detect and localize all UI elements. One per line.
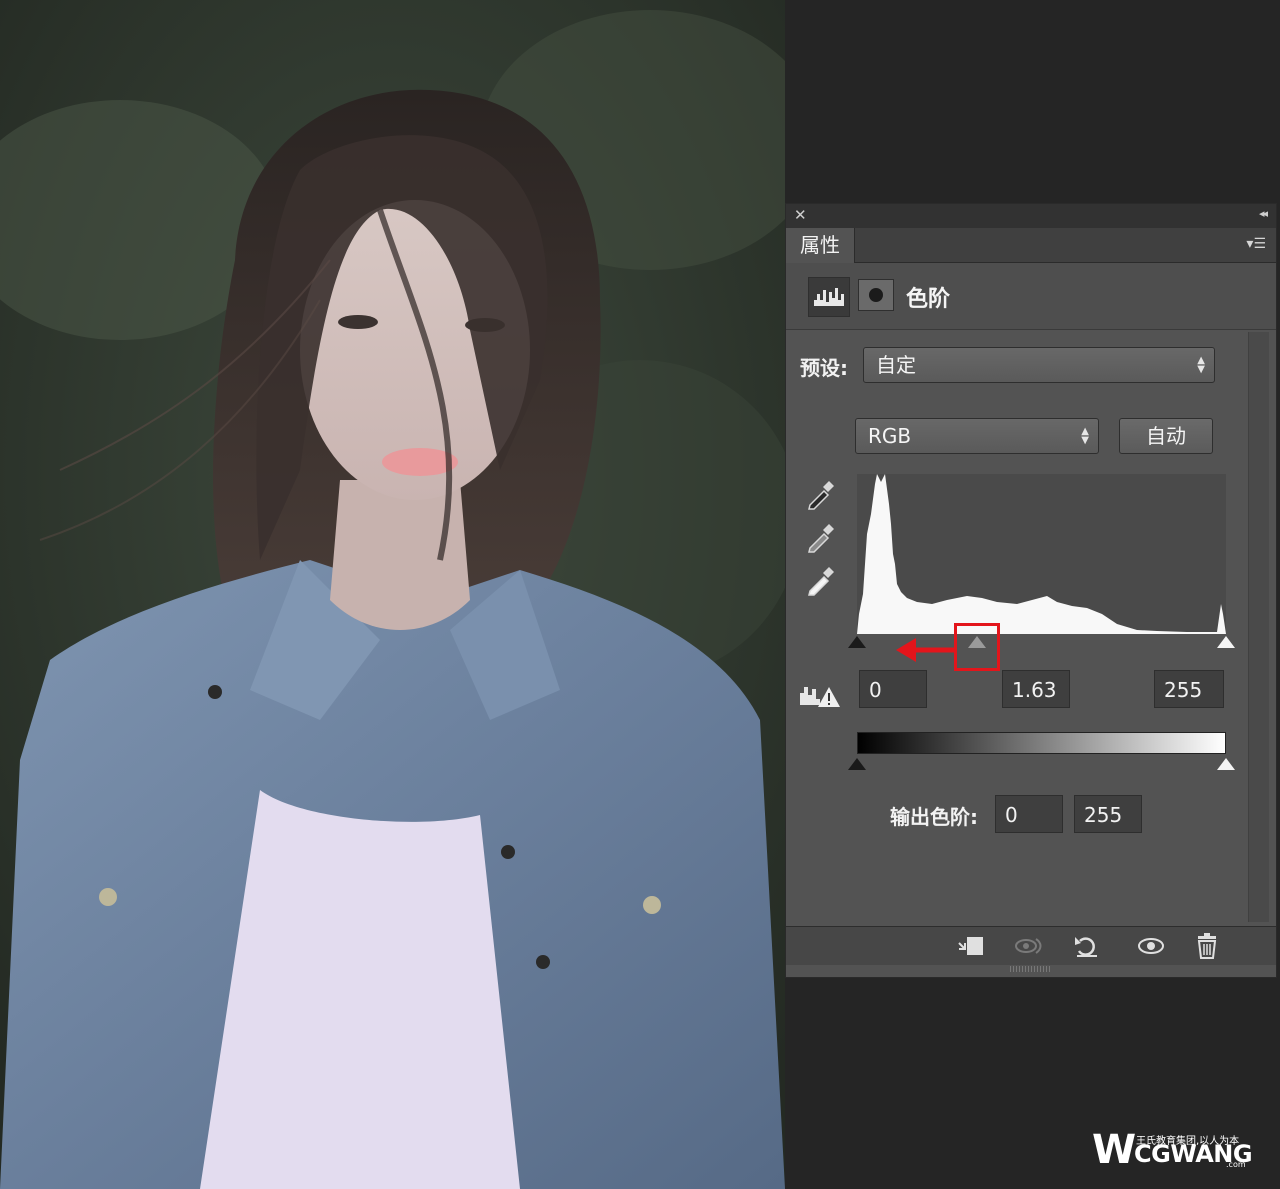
preset-select-value: 自定 (876, 353, 916, 377)
clip-to-layer-icon[interactable] (956, 933, 986, 959)
output-gradient-bar (857, 732, 1226, 754)
auto-button[interactable]: 自动 (1119, 418, 1213, 454)
white-point-eyedropper-icon[interactable] (804, 563, 838, 597)
panel-scrollbar[interactable] (1248, 332, 1269, 922)
clipping-warning-icon[interactable] (798, 679, 842, 709)
panel-tab-row: 属性 ▾☰ (786, 228, 1276, 263)
input-midtone-field[interactable]: 1.63 (1002, 670, 1070, 708)
levels-histogram-icon[interactable] (808, 277, 850, 317)
black-point-eyedropper-icon[interactable] (804, 477, 838, 511)
levels-histogram (857, 474, 1226, 634)
properties-panel: ✕ ◂◂ 属性 ▾☰ 色阶 预设: 自定 ▲ ▼ RGB ▲ ▼ 自动 0 1.… (785, 203, 1277, 978)
output-white-slider[interactable] (1217, 758, 1235, 770)
portrait-image (0, 0, 785, 1189)
input-white-field[interactable]: 255 (1154, 670, 1224, 708)
select-arrows-icon: ▲ ▼ (1197, 355, 1205, 375)
channel-select[interactable]: RGB ▲ ▼ (855, 418, 1099, 454)
gray-point-eyedropper-icon[interactable] (804, 520, 838, 554)
channel-select-value: RGB (868, 424, 912, 448)
panel-menu-icon[interactable]: ▾☰ (1246, 236, 1266, 252)
panel-bottom-toolbar (786, 926, 1276, 965)
midtone-highlight-box (954, 623, 1000, 671)
output-white-field[interactable]: 255 (1074, 795, 1142, 833)
input-black-slider[interactable] (848, 636, 866, 648)
red-arrow-left-icon (896, 638, 956, 662)
tab-properties[interactable]: 属性 (786, 228, 855, 263)
input-black-field[interactable]: 0 (859, 670, 927, 708)
preset-select[interactable]: 自定 ▲ ▼ (863, 347, 1215, 383)
output-black-field[interactable]: 0 (995, 795, 1063, 833)
toggle-visibility-icon[interactable] (1136, 933, 1166, 959)
output-black-slider[interactable] (848, 758, 866, 770)
input-white-slider[interactable] (1217, 636, 1235, 648)
delete-icon[interactable] (1192, 933, 1222, 959)
output-levels-label: 输出色阶: (890, 805, 978, 829)
adjustment-title: 色阶 (906, 287, 951, 312)
photo-canvas (0, 0, 785, 1189)
adjustment-type-row: 色阶 (786, 263, 1276, 330)
reset-adjustment-icon[interactable] (1072, 933, 1102, 959)
preset-label: 预设: (800, 356, 848, 380)
panel-resize-grip[interactable] (1010, 966, 1050, 972)
layer-mask-icon[interactable] (858, 279, 894, 311)
cgwang-logo: W 王氏教育集团,以人为本 CGWANG .com (1092, 1127, 1253, 1174)
panel-titlebar: ✕ ◂◂ (786, 204, 1276, 228)
close-icon[interactable]: ✕ (794, 206, 807, 224)
logo-w-mark: W (1092, 1127, 1137, 1173)
view-previous-state-icon[interactable] (1014, 933, 1044, 959)
logo-suffix: .com (1226, 1160, 1246, 1169)
select-arrows-icon: ▲ ▼ (1081, 426, 1089, 446)
collapse-panel-icon[interactable]: ◂◂ (1259, 207, 1268, 220)
